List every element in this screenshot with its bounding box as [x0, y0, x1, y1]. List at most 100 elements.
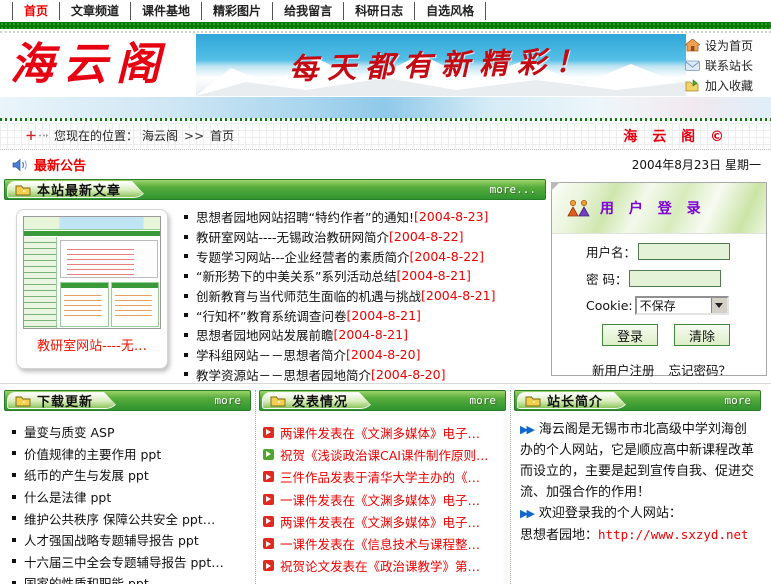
login-header: 用 户 登 录 [552, 183, 766, 234]
publication-item[interactable]: 祝贺论文发表在《政治课教学》第… [263, 555, 506, 577]
forgot-password-link[interactable]: 忘记密码？ [669, 360, 732, 379]
username-input[interactable] [638, 243, 730, 260]
section-tab: 下载更新 [7, 392, 120, 409]
download-list-item[interactable]: 国家的性质和职能 ppt [12, 572, 251, 584]
login-links-row: 新用户注册 忘记密码？ [592, 360, 766, 379]
publication-title: 祝贺《浅谈政治课CAI课件制作原则… [280, 445, 488, 464]
download-list-item[interactable]: 维护公共秩序 保障公共安全 ppt… [12, 507, 251, 529]
folder-icon [15, 184, 31, 196]
thumbnail-preview [23, 216, 161, 329]
download-title: 人才强国战略专题辅导报告 ppt [24, 530, 199, 549]
latest-articles-body: 教研室网站----无… 思想者园地网站招聘“特约作者”的通知! [2004-8-… [4, 200, 546, 384]
download-list: 量变与质变 ASP 价值规律的主要作用 ppt 纸币的产生与发展 ppt [12, 421, 251, 584]
article-list-item[interactable]: 教学资源站－－思想者园地简介 [2004-8-20] [184, 365, 495, 385]
publication-item[interactable]: 祝贺《浅谈政治课CAI课件制作原则… [263, 443, 506, 465]
nav-item[interactable]: 自选风格 [414, 2, 486, 20]
password-row: 密 码： [586, 268, 766, 288]
cookie-select[interactable]: 不保存 [635, 296, 729, 315]
download-list-item[interactable]: 人才强国战略专题辅导报告 ppt [12, 529, 251, 551]
welcome-line: ▶▶欢迎登录我的个人网站： [520, 503, 755, 524]
article-title: 思想者园地网站发展前瞻 [196, 325, 334, 344]
nav-item[interactable]: 给我留言 [272, 2, 343, 20]
article-list-item[interactable]: 专题学习网站---企业经营者的素质简介 [2004-8-22] [184, 246, 495, 266]
users-icon [567, 199, 591, 217]
nav-item[interactable]: 精彩图片 [201, 2, 272, 20]
nav-item[interactable]: 首页 [12, 2, 59, 20]
article-title: “新形势下的中美关系”系列活动总结 [196, 266, 396, 285]
page: 首页 文章频道 课件基地 精彩图片 给我留言 科研日志 自选风格 海云阁 每天都… [0, 0, 771, 584]
section-tab: 发表情况 [262, 392, 375, 409]
top-nav: 首页 文章频道 课件基地 精彩图片 给我留言 科研日志 自选风格 [0, 0, 771, 22]
folder-icon [15, 395, 31, 407]
article-list: 思想者园地网站招聘“特约作者”的通知! [2004-8-23] 教研室网站---… [184, 207, 495, 384]
location-icon [26, 130, 48, 141]
article-date: [2004-8-21] [346, 308, 420, 323]
login-button[interactable]: 登录 [602, 324, 658, 346]
arrow-square-icon [263, 449, 274, 460]
download-list-item[interactable]: 什么是法律 ppt [12, 486, 251, 508]
section-title: 下载更新 [37, 391, 93, 410]
nav-item[interactable]: 科研日志 [343, 2, 414, 20]
more-link[interactable]: more [470, 394, 497, 407]
folder-icon [270, 395, 286, 407]
download-list-item[interactable]: 十六届三中全会专题辅导报告 ppt… [12, 551, 251, 573]
password-input[interactable] [629, 270, 721, 287]
download-list-item[interactable]: 量变与质变 ASP [12, 421, 251, 443]
article-date: [2004-8-20] [346, 347, 420, 362]
site-url-link[interactable]: http://www.sxzyd.net [598, 527, 749, 542]
green-dotted-line [0, 118, 771, 121]
chevron-down-icon[interactable] [711, 298, 727, 313]
article-list-item[interactable]: “新形势下的中美关系”系列活动总结 [2004-8-21] [184, 266, 495, 286]
clear-button[interactable]: 清除 [674, 324, 730, 346]
main-content: 本站最新文章 more... 教研室网站 [4, 179, 767, 378]
dotted-separator [0, 31, 771, 33]
article-title: 创新教育与当代师范生面临的机遇与挑战 [196, 286, 421, 305]
nav-item[interactable]: 课件基地 [130, 2, 201, 20]
more-link[interactable]: more [215, 394, 242, 407]
login-title: 用 户 登 录 [600, 198, 706, 218]
contact-webmaster-link[interactable]: 联系站长 [685, 55, 767, 75]
article-list-item[interactable]: 思想者园地网站发展前瞻 [2004-8-21] [184, 325, 495, 345]
about-paragraph: ▶▶海云阁是无锡市市北高级中学刘海创办的个人网站，它是顺应高中新课程改革而设立的… [520, 419, 755, 503]
article-list-item[interactable]: “行知杯”教育系统调查问卷 [2004-8-21] [184, 305, 495, 325]
bullet-icon [12, 451, 16, 455]
article-list-item[interactable]: 思想者园地网站招聘“特约作者”的通知! [2004-8-23] [184, 207, 495, 227]
article-list-item[interactable]: 创新教育与当代师范生面临的机遇与挑战 [2004-8-21] [184, 286, 495, 306]
publication-item[interactable]: 一课件发表在《信息技术与课程整… [263, 532, 506, 554]
download-list-item[interactable]: 纸币的产生与发展 ppt [12, 464, 251, 486]
nav-item[interactable]: 文章频道 [59, 2, 130, 20]
article-date: [2004-8-21] [396, 268, 470, 283]
dotted-column-divider [255, 390, 256, 584]
speaker-icon [12, 158, 28, 172]
green-divider-bar [0, 22, 771, 30]
section-title: 本站最新文章 [37, 180, 121, 199]
site-thumbnail-card[interactable]: 教研室网站----无… [16, 209, 168, 369]
password-label: 密 码： [586, 269, 627, 288]
publication-item[interactable]: 三件作品发表于清华大学主办的《… [263, 466, 506, 488]
publication-item[interactable]: 两课件发表在《文渊多媒体》电子… [263, 510, 506, 532]
publication-list: 两课件发表在《文渊多媒体》电子… 祝贺《浅谈政治课CAI课件制作原则… 三件作品… [263, 421, 506, 577]
publication-title: 祝贺论文发表在《政治课教学》第… [280, 556, 480, 575]
bottom-sections: 下载更新 more 量变与质变 ASP 价值规律的主要作用 ppt [4, 390, 767, 584]
more-link[interactable]: more... [490, 183, 536, 196]
article-list-item[interactable]: 教研室网站----无锡政治教研网简介 [2004-8-22] [184, 227, 495, 247]
double-arrow-icon: ▶▶ [520, 507, 533, 520]
breadcrumb-site-link[interactable]: 海云阁 [142, 127, 178, 144]
bullet-icon [12, 559, 16, 563]
set-homepage-link[interactable]: 设为首页 [685, 35, 767, 55]
download-list-item[interactable]: 价值规律的主要作用 ppt [12, 443, 251, 465]
about-body: ▶▶海云阁是无锡市市北高级中学刘海创办的个人网站，它是顺应高中新课程改革而设立的… [520, 419, 755, 546]
article-title: 教研室网站----无锡政治教研网简介 [196, 227, 389, 246]
announcement-bar: 最新公告 2004年8月23日 星期一 [0, 153, 771, 176]
register-link[interactable]: 新用户注册 [592, 360, 655, 379]
home-icon [685, 39, 700, 52]
publication-item[interactable]: 一课件发表在《文渊多媒体》电子… [263, 488, 506, 510]
add-favorite-link[interactable]: 加入收藏 [685, 75, 767, 95]
article-list-item[interactable]: 学科组网站－－思想者简介 [2004-8-20] [184, 345, 495, 365]
more-link[interactable]: more [725, 394, 752, 407]
breadcrumb-prefix: 您现在的位置： [54, 127, 138, 144]
breadcrumb-current-link[interactable]: 首页 [210, 127, 234, 144]
bullet-icon [184, 353, 188, 357]
about-panel: 站长简介 more ▶▶海云阁是无锡市市北高级中学刘海创办的个人网站，它是顺应高… [514, 390, 761, 584]
publication-item[interactable]: 两课件发表在《文渊多媒体》电子… [263, 421, 506, 443]
